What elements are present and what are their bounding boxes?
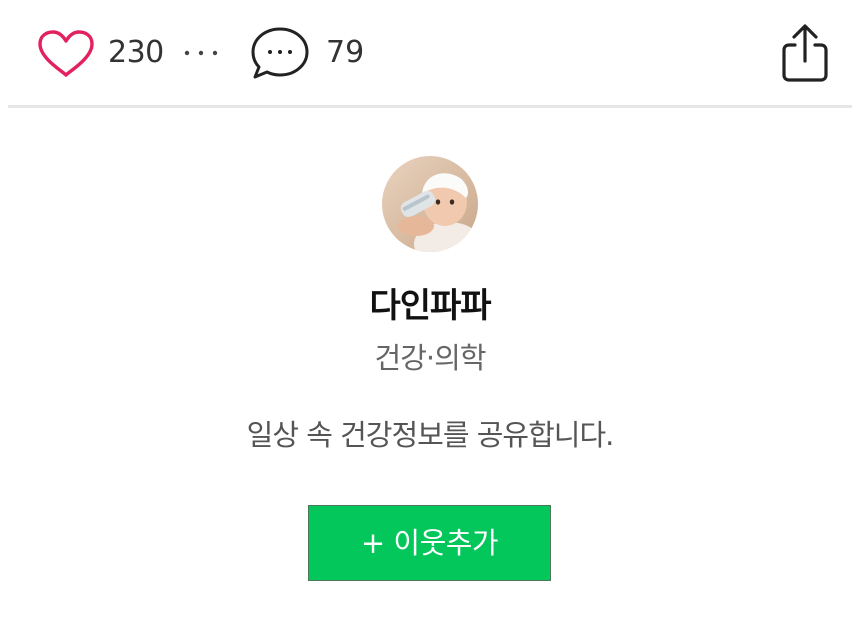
blog-post-footer: 230 79 다인파파 건강·의학 일상 속 건강정보를 공유합니다. + 이웃… xyxy=(0,0,860,640)
like-button[interactable] xyxy=(36,26,96,82)
ellipsis-icon xyxy=(184,50,218,56)
add-neighbor-label: + 이웃추가 xyxy=(360,526,499,560)
heart-icon xyxy=(38,30,94,77)
more-options-button[interactable] xyxy=(178,30,224,76)
share-button[interactable] xyxy=(774,20,836,86)
profile-description: 일상 속 건강정보를 공유합니다. xyxy=(246,418,615,452)
profile-avatar[interactable] xyxy=(382,156,478,252)
profile-category: 건강·의학 xyxy=(374,341,487,375)
share-upload-icon xyxy=(782,24,828,82)
comment-button[interactable] xyxy=(248,24,312,82)
profile-name[interactable]: 다인파파 xyxy=(0,282,860,330)
baby-photo-avatar-image xyxy=(382,156,478,252)
comment-count: 79 xyxy=(326,35,365,70)
like-count: 230 xyxy=(108,35,164,70)
post-action-bar: 230 79 xyxy=(0,0,860,108)
section-divider xyxy=(8,105,852,108)
speech-bubble-icon xyxy=(251,27,309,79)
add-neighbor-button[interactable]: + 이웃추가 xyxy=(308,505,551,581)
